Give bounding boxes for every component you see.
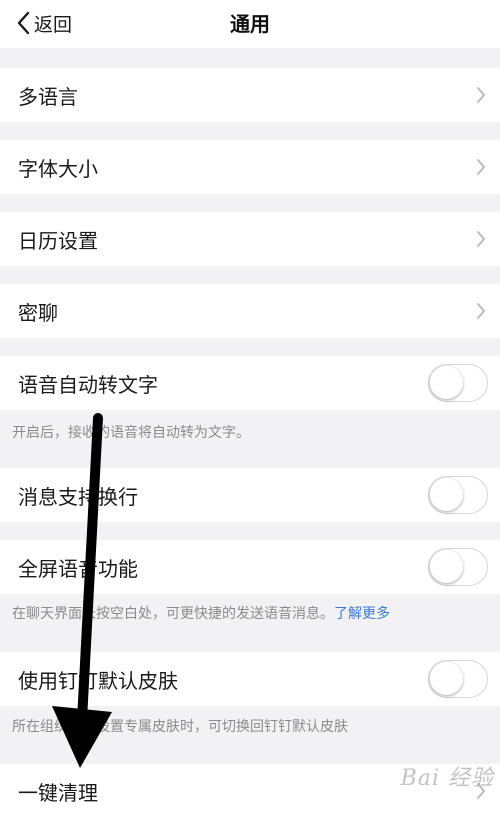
row-default-skin-label: 使用钉钉默认皮肤 (18, 668, 178, 693)
line-break-toggle[interactable] (428, 476, 488, 514)
row-font-size[interactable]: 字体大小 (0, 140, 500, 194)
row-voice-to-text-label: 语音自动转文字 (18, 372, 158, 397)
default-skin-toggle[interactable] (428, 660, 488, 698)
row-language-label: 多语言 (18, 84, 78, 109)
row-fullscreen-voice-label: 全屏语音功能 (18, 556, 138, 581)
chevron-right-icon (477, 303, 485, 319)
chevron-right-icon (477, 87, 485, 103)
page-title: 通用 (230, 12, 270, 36)
toggle-knob (430, 550, 463, 583)
row-voice-to-text: 语音自动转文字 (0, 356, 500, 410)
row-language[interactable]: 多语言 (0, 68, 500, 122)
fullscreen-voice-toggle[interactable] (428, 548, 488, 586)
chevron-right-icon (477, 159, 485, 175)
toggle-knob (430, 478, 463, 511)
row-font-size-label: 字体大小 (18, 156, 98, 181)
row-calendar[interactable]: 日历设置 (0, 212, 500, 266)
learn-more-link[interactable]: 了解更多 (334, 606, 390, 622)
chevron-right-icon (477, 231, 485, 247)
row-fullscreen-voice: 全屏语音功能 (0, 540, 500, 594)
row-line-break-label: 消息支持换行 (18, 484, 138, 509)
toggle-knob (430, 662, 463, 695)
row-default-skin: 使用钉钉默认皮肤 (0, 652, 500, 706)
nav-bar: 返回 通用 (0, 0, 500, 48)
row-secret-chat-label: 密聊 (18, 300, 58, 325)
row-calendar-label: 日历设置 (18, 228, 98, 253)
row-secret-chat[interactable]: 密聊 (0, 284, 500, 338)
watermark: Bai 经验 (400, 766, 494, 791)
row-one-click-clean-label: 一键清理 (18, 780, 98, 805)
voice-to-text-note: 开启后，接收的语音将自动转为文字。 (12, 425, 250, 441)
fullscreen-voice-note: 在聊天界面长按空白处，可更快捷的发送语音消息。了解更多 (12, 603, 390, 623)
row-line-break: 消息支持换行 (0, 468, 500, 522)
voice-to-text-toggle[interactable] (428, 364, 488, 402)
toggle-knob (430, 366, 463, 399)
fullscreen-voice-note-text: 在聊天界面长按空白处，可更快捷的发送语音消息。 (12, 606, 334, 622)
default-skin-note: 所在组织企业设置专属皮肤时，可切换回钉钉默认皮肤 (12, 719, 348, 735)
